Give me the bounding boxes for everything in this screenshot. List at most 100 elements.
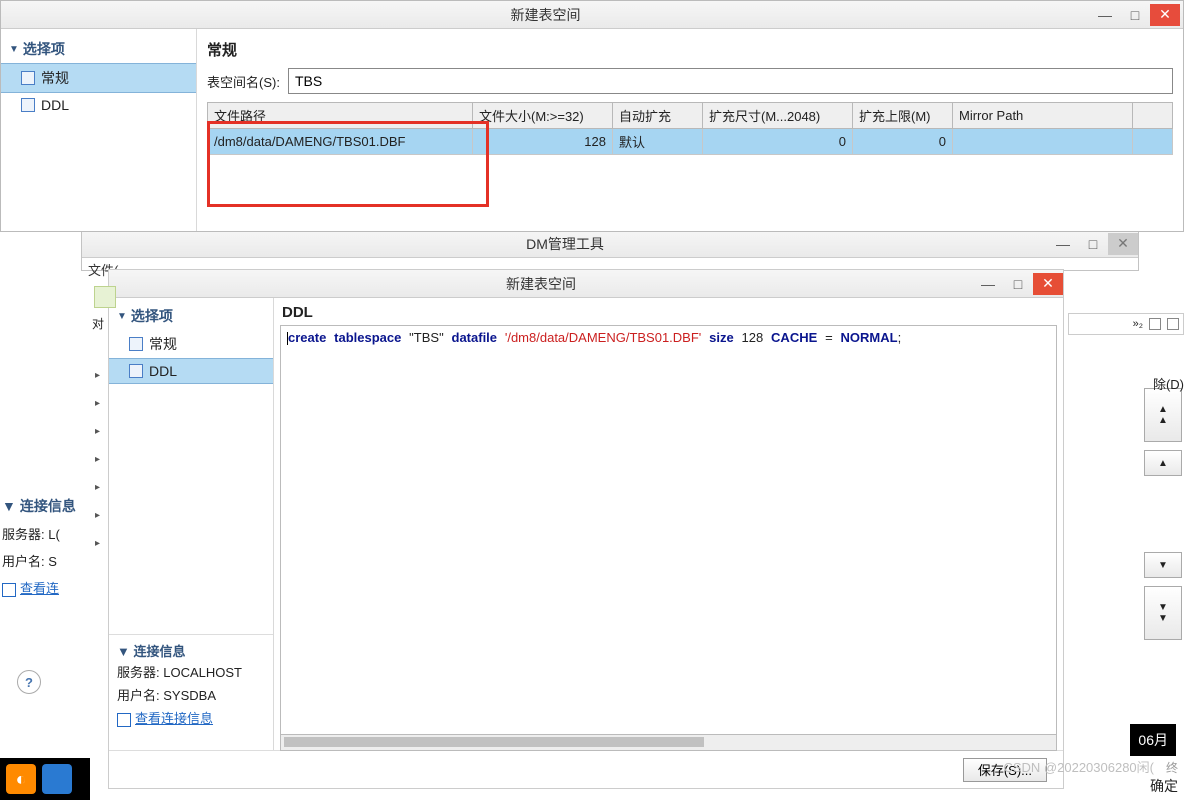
sidebar-item-ddl[interactable]: DDL [109, 358, 273, 384]
dlg2-title: 新建表空间 [109, 274, 973, 294]
dlg1-title: 新建表空间 [1, 5, 1090, 25]
mainwin-titlebar[interactable]: DM管理工具 — □ ✕ [82, 230, 1138, 258]
sidebar-item-label: DDL [149, 363, 177, 379]
ok-button-partial[interactable]: 确定 [1150, 776, 1178, 796]
view-connection-link[interactable]: 查看连接信息 [135, 711, 213, 726]
collapse-icon: ▼ [117, 644, 130, 659]
col-auto-extend[interactable]: 自动扩充 [613, 103, 703, 129]
file-manager-icon[interactable] [42, 764, 72, 794]
tablespace-name-label: 表空间名(S): [207, 72, 280, 91]
main-app-window: DM管理工具 — □ ✕ 文件( [81, 229, 1139, 271]
dlg2-sidebar-header[interactable]: ▼ 选择项 [109, 302, 273, 330]
datafile-row[interactable]: /dm8/data/DAMENG/TBS01.DBF 128 默认 0 0 [208, 129, 1173, 155]
move-down-button[interactable]: ▼▼ [1144, 586, 1182, 640]
background-connection-panel: ▼连接信息 服务器: L( 用户名: S 查看连 [0, 492, 88, 601]
sidebar-item-label: 常规 [149, 334, 177, 354]
create-tablespace-dialog-ddl: 新建表空间 — □ ✕ ▼ 选择项 常规 DDL ▼ 连接信息 服务器: LOC… [108, 269, 1064, 789]
down-button[interactable]: ▼ [1144, 552, 1182, 578]
chevron-up-icon: ▲ [1158, 404, 1168, 415]
mainwin-close-icon[interactable]: ✕ [1108, 233, 1138, 255]
sidebar-item-general[interactable]: 常规 [1, 63, 196, 93]
tree-arrow-icon[interactable]: ▸ [95, 398, 100, 426]
dlg1-minimize-icon[interactable]: — [1090, 4, 1120, 26]
dlg2-titlebar[interactable]: 新建表空间 — □ ✕ [109, 270, 1063, 298]
collapse-icon: ▼ [2, 498, 16, 514]
scrollbar-thumb[interactable] [284, 737, 704, 747]
server-label: 服务器: [2, 527, 45, 542]
dlg1-titlebar[interactable]: 新建表空间 — □ ✕ [1, 1, 1183, 29]
user-label: 用户名: [117, 688, 160, 703]
ddl-editor[interactable]: create tablespace "TBS" datafile '/dm8/d… [280, 325, 1057, 735]
up-button[interactable]: ▲ [1144, 450, 1182, 476]
dlg1-sidebar: ▼ 选择项 常规 DDL [1, 29, 197, 231]
sidebar-item-label: DDL [41, 97, 69, 113]
move-up-button[interactable]: ▲▲ [1144, 388, 1182, 442]
view-connection-link-bg[interactable]: 查看连 [20, 581, 59, 596]
watermark-text: CSDN @20220306280闲( [1003, 757, 1154, 776]
chevron-down-icon: ▼ [1158, 613, 1168, 624]
tree-arrow-icon[interactable]: ▸ [95, 426, 100, 454]
right-button-stack: 除(D) ▲▲ ▲ ▼ ▼▼ [1144, 380, 1184, 648]
chevron-down-icon: ▼ [1158, 560, 1168, 571]
chevron-up-icon: ▲ [1158, 415, 1168, 426]
col-empty [1133, 103, 1173, 129]
tree-arrow-icon[interactable]: ▸ [95, 538, 100, 566]
cell-extend-limit[interactable]: 0 [853, 129, 953, 155]
cell-extend-step[interactable]: 0 [703, 129, 853, 155]
toolbar-icon-partial[interactable] [94, 286, 116, 308]
page-icon [21, 71, 35, 85]
dlg2-maximize-icon[interactable]: □ [1003, 273, 1033, 295]
cell-file-size[interactable]: 128 [473, 129, 613, 155]
sidebar-item-general[interactable]: 常规 [109, 330, 273, 358]
tab-label-partial[interactable]: 对 [92, 315, 104, 332]
col-file-path[interactable]: 文件路径 [208, 103, 473, 129]
os-taskbar[interactable]: ◐ [0, 758, 90, 800]
collapse-icon: ▼ [9, 44, 19, 55]
page-icon [21, 98, 35, 112]
cell-auto-extend[interactable]: 默认 [613, 129, 703, 155]
mainwin-title: DM管理工具 [82, 234, 1048, 254]
dlg1-maximize-icon[interactable]: □ [1120, 4, 1150, 26]
sidebar-item-ddl[interactable]: DDL [1, 93, 196, 117]
server-value: LOCALHOST [163, 665, 242, 680]
clock-date: 06月 [1130, 724, 1176, 756]
page-icon [129, 364, 143, 378]
dlg2-connection-info: ▼ 连接信息 服务器: LOCALHOST 用户名: SYSDBA 查看连接信息 [109, 634, 273, 735]
tablespace-name-input[interactable] [288, 68, 1173, 94]
user-label: 用户名: [2, 554, 45, 569]
tree-arrow-icon[interactable]: ▸ [95, 454, 100, 482]
section-label-ddl: DDL [280, 304, 1057, 325]
delete-button-partial[interactable]: 除(D) [1153, 374, 1184, 393]
sidebar-item-label: 常规 [41, 68, 69, 88]
col-extend-step[interactable]: 扩充尺寸(M...2048) [703, 103, 853, 129]
tree-arrow-icon[interactable]: ▸ [95, 370, 100, 398]
section-label-general: 常规 [207, 37, 1173, 68]
min-tab-icon[interactable] [1149, 318, 1161, 330]
tree-arrow-icon[interactable]: ▸ [95, 510, 100, 538]
help-button[interactable]: ? [17, 670, 41, 694]
dlg1-sidebar-header[interactable]: ▼ 选择项 [1, 35, 196, 63]
watermark-suffix: 终 [1166, 759, 1178, 776]
cell-mirror-path[interactable] [953, 129, 1133, 155]
mainwin-maximize-icon[interactable]: □ [1078, 233, 1108, 255]
max-tab-icon[interactable] [1167, 318, 1179, 330]
dlg2-minimize-icon[interactable]: — [973, 273, 1003, 295]
tree-arrow-icon[interactable]: ▸ [95, 482, 100, 510]
col-file-size[interactable]: 文件大小(M:>=32) [473, 103, 613, 129]
horizontal-scrollbar[interactable] [280, 735, 1057, 751]
firefox-icon[interactable]: ◐ [6, 764, 36, 794]
chevron-down-icon: ▼ [1158, 602, 1168, 613]
overflow-label: »₂ [1133, 318, 1143, 330]
tab-controls-partial[interactable]: »₂ [1068, 313, 1184, 335]
chevron-up-icon: ▲ [1158, 458, 1168, 469]
collapse-icon: ▼ [117, 311, 127, 322]
link-icon [117, 713, 131, 727]
dlg2-sidebar: ▼ 选择项 常规 DDL ▼ 连接信息 服务器: LOCALHOST 用户名: … [109, 298, 274, 750]
mainwin-minimize-icon[interactable]: — [1048, 233, 1078, 255]
col-extend-limit[interactable]: 扩充上限(M) [853, 103, 953, 129]
cell-file-path[interactable]: /dm8/data/DAMENG/TBS01.DBF [208, 129, 473, 155]
tree-expand-arrows: ▸ ▸ ▸ ▸ ▸ ▸ ▸ [95, 370, 100, 566]
dlg2-close-icon[interactable]: ✕ [1033, 273, 1063, 295]
col-mirror-path[interactable]: Mirror Path [953, 103, 1133, 129]
dlg1-close-icon[interactable]: ✕ [1150, 4, 1180, 26]
